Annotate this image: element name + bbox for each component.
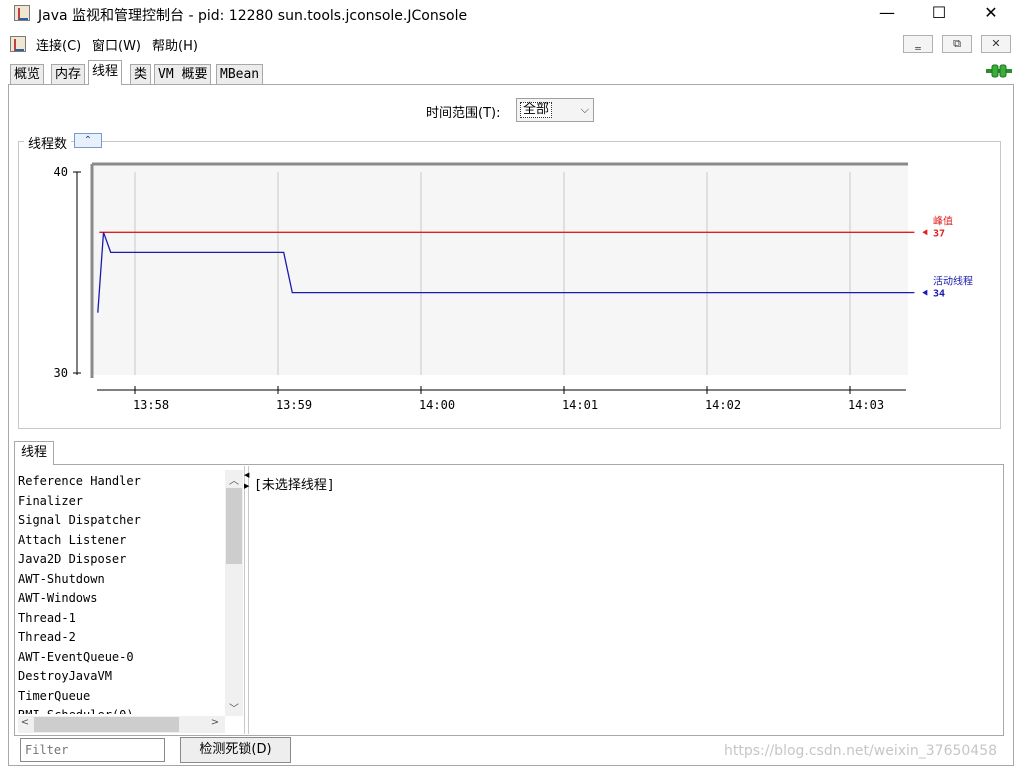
tab-threads[interactable]: 线程: [88, 60, 123, 85]
vertical-scroll-thumb[interactable]: [226, 488, 242, 564]
split-pane-divider[interactable]: [244, 466, 249, 734]
tab-classes[interactable]: 类: [130, 64, 152, 84]
thread-list-item[interactable]: AWT-Shutdown: [18, 570, 224, 590]
split-collapse-left-icon[interactable]: ◀: [244, 471, 249, 479]
mdi-close-button[interactable]: ✕: [981, 35, 1011, 53]
thread-list-item[interactable]: AWT-EventQueue-0: [18, 648, 224, 668]
tab-mbean[interactable]: MBean: [216, 64, 264, 84]
menu-help[interactable]: 帮助(H): [152, 35, 198, 54]
thread-list-item[interactable]: AWT-Windows: [18, 589, 224, 609]
thread-list-item[interactable]: Thread-2: [18, 628, 224, 648]
horizontal-scroll-thumb[interactable]: [34, 717, 179, 732]
thread-list-item[interactable]: Finalizer: [18, 492, 224, 512]
thread-list-item[interactable]: RMI Scheduler(0): [18, 706, 224, 714]
split-collapse-right-icon[interactable]: ▶: [244, 482, 249, 490]
thread-list-item[interactable]: Signal Dispatcher: [18, 511, 224, 531]
tab-vm-summary[interactable]: VM 概要: [154, 64, 212, 84]
menu-window[interactable]: 窗口(W): [92, 35, 141, 54]
thread-list-item[interactable]: TimerQueue: [18, 687, 224, 707]
thread-list-item[interactable]: DestroyJavaVM: [18, 667, 224, 687]
collapse-chart-button[interactable]: ⌃: [74, 133, 102, 148]
window-title: Java 监视和管理控制台 - pid: 12280 sun.tools.jco…: [38, 8, 468, 24]
mdi-restore-button[interactable]: ⧉: [942, 35, 972, 53]
thread-list-item[interactable]: Attach Listener: [18, 531, 224, 551]
scroll-up-icon[interactable]: ︿: [225, 472, 243, 487]
scroll-left-icon[interactable]: <: [18, 717, 32, 728]
time-range-label: 时间范围(T):: [426, 106, 501, 121]
thread-list-item[interactable]: Thread-1: [18, 609, 224, 629]
mdi-minimize-button[interactable]: ‗: [903, 35, 933, 53]
close-button[interactable]: ✕: [968, 0, 1014, 28]
thread-list-item[interactable]: Java2D Disposer: [18, 550, 224, 570]
thread-count-panel: [18, 141, 1001, 429]
threads-list-tab[interactable]: 线程: [14, 441, 55, 465]
minimize-button[interactable]: —: [864, 0, 910, 28]
java-app-icon: [14, 5, 30, 21]
menu-connect[interactable]: 连接(C): [36, 35, 81, 54]
connection-status-icon[interactable]: [986, 64, 1012, 78]
time-range-value: 全部: [520, 102, 553, 118]
time-range-select[interactable]: 全部 ⌵: [516, 98, 594, 122]
detect-deadlock-button[interactable]: 检测死锁(D): [180, 737, 291, 763]
tab-memory[interactable]: 内存: [51, 64, 86, 84]
thread-detail-text: [未选择线程]: [254, 478, 335, 493]
scroll-down-icon[interactable]: ﹀: [225, 700, 243, 715]
chevron-down-icon: ⌵: [580, 103, 589, 116]
thread-list-vertical-scrollbar[interactable]: ︿ ﹀: [225, 470, 243, 716]
tab-overview[interactable]: 概览: [10, 64, 45, 84]
maximize-button[interactable]: ☐: [916, 0, 962, 28]
filter-input[interactable]: [20, 738, 165, 762]
thread-list-horizontal-scrollbar[interactable]: < >: [18, 716, 225, 733]
java-menu-icon[interactable]: [10, 36, 26, 52]
scroll-right-icon[interactable]: >: [208, 717, 222, 728]
watermark: https://blog.csdn.net/weixin_37650458: [724, 743, 998, 759]
thread-list[interactable]: Reference Handler Finalizer Signal Dispatc…: [18, 472, 224, 714]
title-bar: Java 监视和管理控制台 - pid: 12280 sun.tools.jco…: [0, 0, 1020, 28]
thread-list-item[interactable]: Reference Handler: [18, 472, 224, 492]
thread-count-title: 线程数: [24, 133, 72, 152]
